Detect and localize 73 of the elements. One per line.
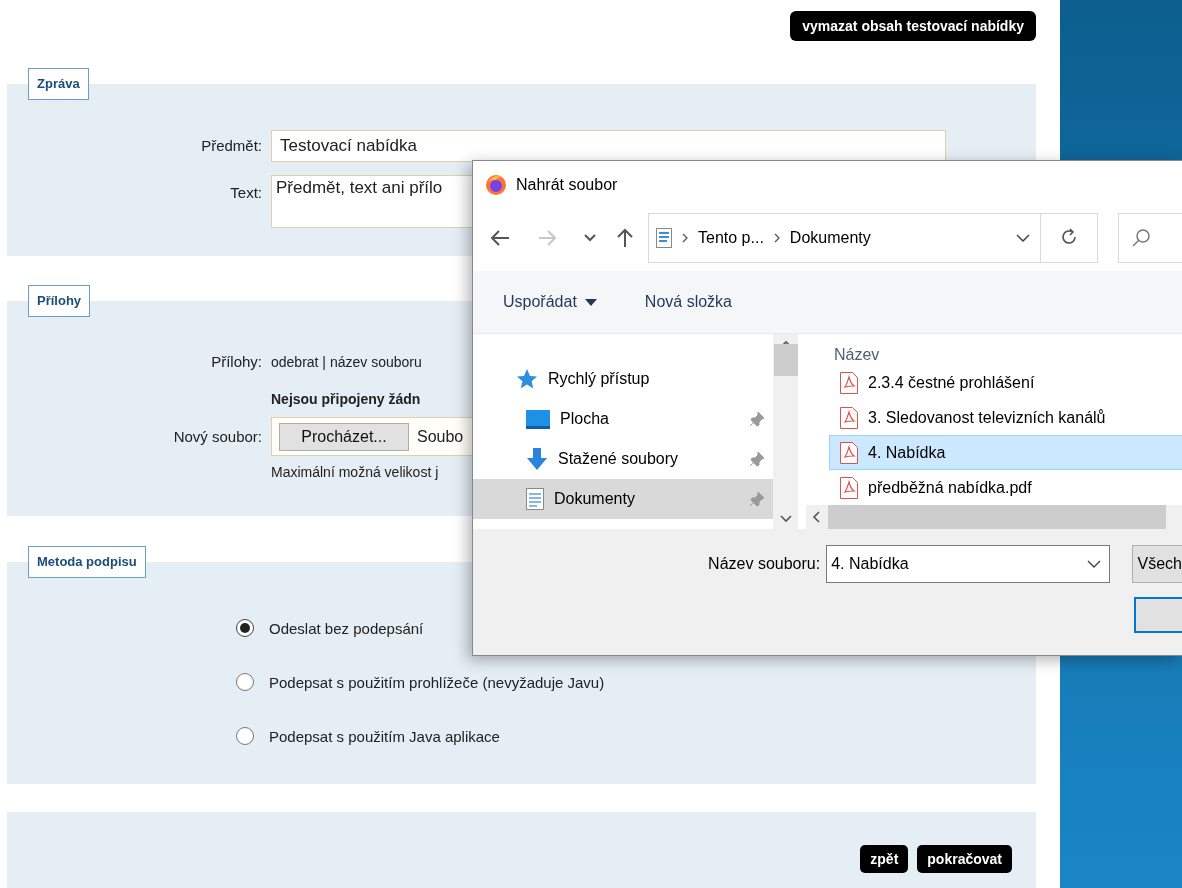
navigation-item[interactable]: Stažené soubory: [473, 439, 773, 479]
file-row[interactable]: 4. Nabídka: [829, 435, 1182, 470]
document-icon: [526, 488, 544, 510]
refresh-button[interactable]: [1041, 213, 1098, 263]
empty-attachments-text: Nejsou připojeny žádn: [271, 391, 421, 407]
section-legend: Přílohy: [28, 285, 91, 317]
navigation-label: Dokumenty: [554, 490, 636, 508]
attachments-label: Přílohy:: [211, 353, 262, 370]
pdf-file-icon: [840, 476, 858, 499]
radio-button[interactable]: [236, 673, 254, 691]
radio-label: Odeslat bez podepsání: [269, 619, 424, 637]
file-name-field[interactable]: 4. Nabídka: [826, 545, 1110, 583]
document-icon: [656, 228, 672, 248]
file-row[interactable]: 2.3.4 čestné prohlášení: [829, 365, 1182, 400]
new-folder-button[interactable]: Nová složka: [644, 293, 732, 311]
new-file-label: Nový soubor:: [173, 428, 262, 445]
section-legend: Metoda podpisu: [28, 546, 146, 578]
column-header[interactable]: Název: [806, 334, 1182, 365]
attachments-header: odebrat | název souboru: [271, 353, 422, 370]
file-name: 4. Nabídka: [868, 443, 946, 462]
open-button[interactable]: [1134, 597, 1182, 633]
browser-logo-icon: [485, 174, 507, 196]
section-legend: Zpráva: [28, 68, 89, 100]
navigation-item[interactable]: Plocha: [473, 399, 773, 439]
monitor-icon: [526, 409, 550, 429]
chevron-down-icon: [1086, 560, 1101, 568]
search-field[interactable]: [1118, 213, 1182, 263]
search-icon: [1131, 228, 1151, 248]
radio-label: Podepsat s použitím Java aplikace: [269, 727, 500, 745]
vertical-scrollbar[interactable]: [773, 334, 798, 529]
navigation-label: Rychlý přístup: [548, 370, 651, 388]
scrollbar-thumb[interactable]: [773, 344, 798, 376]
file-name-value: 4. Nabídka: [831, 555, 909, 573]
file-row[interactable]: 3. Sledovanost televizních kanálů: [829, 400, 1182, 435]
clear-offer-button[interactable]: vymazat obsah testovací nabídky: [790, 11, 1036, 41]
star-icon: [516, 368, 538, 390]
text-label: Text:: [230, 183, 262, 203]
chevron-right-icon: [682, 233, 688, 243]
browse-button[interactable]: Procházet...: [279, 422, 409, 451]
address-bar[interactable]: Tento p... Dokumenty: [648, 213, 1041, 263]
file-name: předběžná nabídka.pdf: [868, 478, 1032, 497]
caret-down-icon: [584, 298, 597, 306]
file-status-text: Soubo: [417, 427, 464, 446]
file-type-dropdown[interactable]: Všech: [1131, 545, 1182, 583]
file-name-label: Název souboru:: [707, 555, 821, 573]
navigation-item[interactable]: Rychlý přístup: [473, 359, 773, 399]
chevron-left-icon: [812, 511, 820, 523]
menu-label: Uspořádat: [503, 293, 577, 311]
radio-label: Podepsat s použitím prohlížeče (nevyžaduje Javu): [269, 673, 605, 691]
continue-button[interactable]: pokračovat: [917, 845, 1012, 873]
breadcrumb-item[interactable]: Tento p...: [698, 229, 764, 247]
chevron-down-icon: [1016, 234, 1030, 242]
radio-button[interactable]: [236, 727, 254, 745]
organize-menu[interactable]: Uspořádat: [503, 293, 597, 311]
file-name: 3. Sledovanost televizních kanálů: [868, 408, 1106, 427]
radio-button[interactable]: [236, 619, 254, 637]
breadcrumb-item[interactable]: Dokumenty: [789, 229, 871, 247]
navigation-label: Stažené soubory: [558, 450, 680, 468]
dialog-title: Nahrát soubor: [516, 176, 618, 194]
subject-label: Předmět:: [201, 136, 262, 156]
back-button[interactable]: zpět: [860, 845, 909, 873]
download-arrow-icon: [526, 448, 548, 470]
chevron-down-icon: [779, 515, 792, 523]
chevron-right-icon: [773, 233, 780, 243]
pdf-file-icon: [840, 406, 858, 429]
pdf-file-icon: [840, 441, 858, 464]
navigation-label: Plocha: [560, 410, 610, 428]
file-row[interactable]: předběžná nabídka.pdf: [829, 470, 1182, 505]
file-name: 2.3.4 čestné prohlášení: [868, 373, 1035, 392]
pdf-file-icon: [840, 371, 858, 394]
size-note: Maximální možná velikost j: [271, 464, 439, 480]
navigation-item[interactable]: Dokumenty: [473, 479, 773, 519]
subject-field[interactable]: Testovací nabídka: [271, 130, 946, 162]
